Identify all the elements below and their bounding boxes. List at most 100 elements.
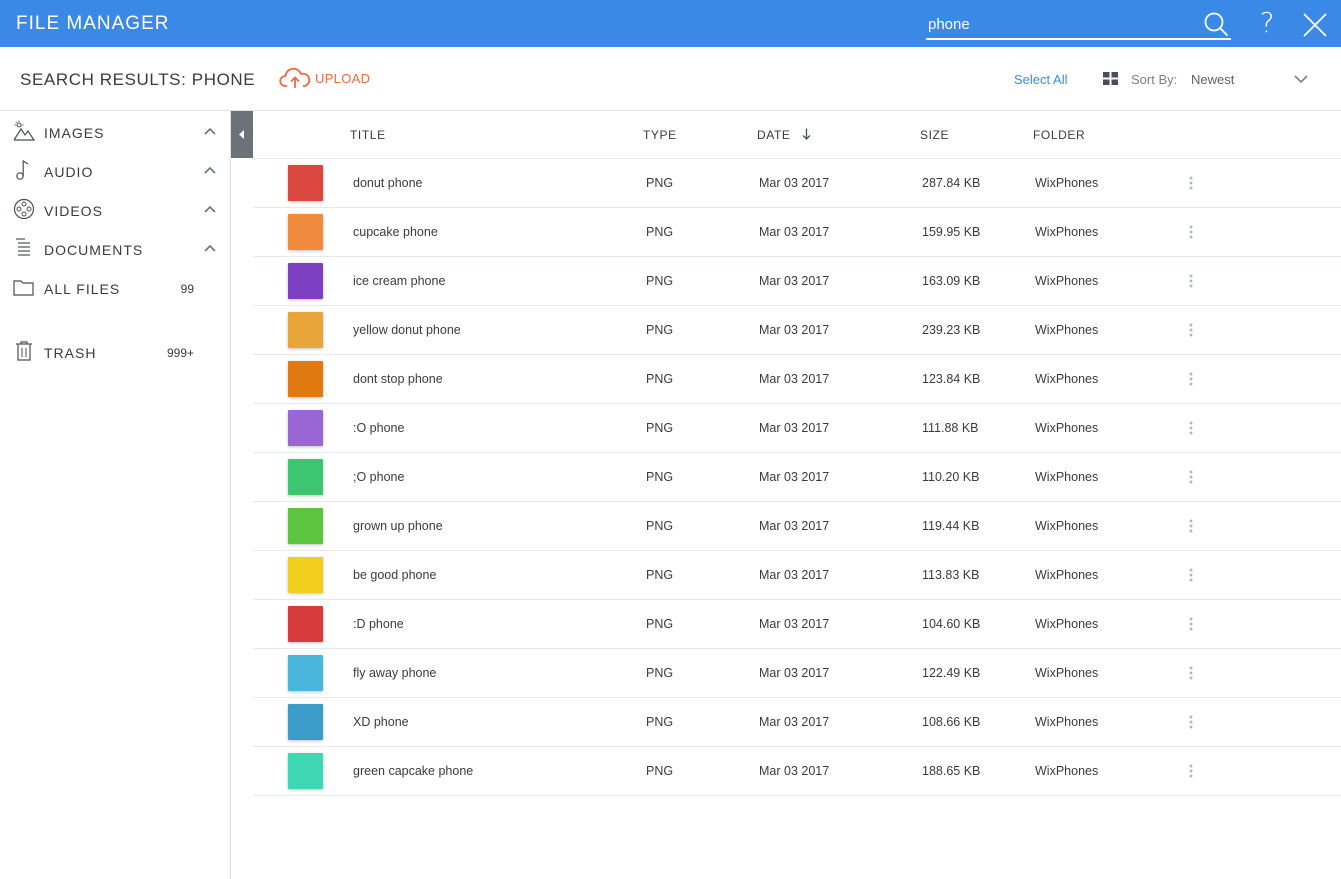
more-options-icon[interactable] — [1189, 568, 1193, 582]
file-type: PNG — [646, 274, 674, 288]
file-thumbnail[interactable] — [288, 361, 323, 397]
sort-select[interactable]: Newest — [1191, 72, 1234, 87]
file-type: PNG — [646, 176, 674, 190]
file-thumbnail[interactable] — [288, 557, 323, 593]
table-header: TITLE TYPE DATE SIZE FOLDER — [253, 111, 1341, 159]
file-thumbnail[interactable] — [288, 459, 323, 495]
table-row[interactable]: donut phone PNG Mar 03 2017 287.84 KB Wi… — [253, 159, 1341, 208]
file-size: 104.60 KB — [922, 617, 981, 631]
file-folder: WixPhones — [1035, 764, 1099, 778]
file-title: XD phone — [353, 715, 409, 729]
sidebar-item-trash[interactable]: TRASH 999+ — [0, 332, 230, 371]
more-options-icon[interactable] — [1189, 519, 1193, 533]
file-title: donut phone — [353, 176, 423, 190]
file-title: ice cream phone — [353, 274, 446, 288]
file-folder: WixPhones — [1035, 715, 1099, 729]
more-options-icon[interactable] — [1189, 715, 1193, 729]
search-field[interactable] — [926, 9, 1231, 40]
file-size: 159.95 KB — [922, 225, 981, 239]
upload-button[interactable]: UPLOAD — [279, 65, 370, 91]
close-icon[interactable] — [1302, 12, 1328, 38]
file-date: Mar 03 2017 — [759, 372, 830, 386]
table-row[interactable]: XD phone PNG Mar 03 2017 108.66 KB WixPh… — [253, 698, 1341, 747]
more-options-icon[interactable] — [1189, 764, 1193, 778]
table-row[interactable]: :O phone PNG Mar 03 2017 111.88 KB WixPh… — [253, 404, 1341, 453]
chevron-up-icon[interactable] — [204, 205, 216, 213]
file-size: 110.20 KB — [922, 470, 980, 484]
table-row[interactable]: green capcake phone PNG Mar 03 2017 188.… — [253, 747, 1341, 796]
chevron-up-icon[interactable] — [204, 166, 216, 174]
file-date: Mar 03 2017 — [759, 617, 830, 631]
file-thumbnail[interactable] — [288, 606, 323, 642]
file-thumbnail[interactable] — [288, 165, 323, 201]
help-icon[interactable]: ? — [1256, 9, 1278, 37]
more-options-icon[interactable] — [1189, 666, 1193, 680]
sidebar-item-label: AUDIO — [44, 164, 94, 180]
file-date: Mar 03 2017 — [759, 715, 830, 729]
more-options-icon[interactable] — [1189, 274, 1193, 288]
search-icon[interactable] — [1203, 11, 1229, 37]
table-row[interactable]: ice cream phone PNG Mar 03 2017 163.09 K… — [253, 257, 1341, 306]
chevron-up-icon[interactable] — [204, 244, 216, 252]
column-header-date[interactable]: DATE — [757, 128, 791, 142]
sidebar-item-documents[interactable]: DOCUMENTS — [0, 229, 230, 268]
chevron-up-icon[interactable] — [204, 127, 216, 135]
file-title: :D phone — [353, 617, 404, 631]
table-row[interactable]: fly away phone PNG Mar 03 2017 122.49 KB… — [253, 649, 1341, 698]
file-type: PNG — [646, 519, 674, 533]
file-folder: WixPhones — [1035, 176, 1099, 190]
file-size: 111.88 KB — [922, 421, 979, 435]
file-type: PNG — [646, 470, 674, 484]
sidebar-item-all-files[interactable]: ALL FILES 99 — [0, 268, 230, 307]
table-row[interactable]: dont stop phone PNG Mar 03 2017 123.84 K… — [253, 355, 1341, 404]
file-thumbnail[interactable] — [288, 312, 323, 348]
file-type: PNG — [646, 323, 674, 337]
more-options-icon[interactable] — [1189, 323, 1193, 337]
sidebar-item-images[interactable]: IMAGES — [0, 112, 230, 151]
arrow-down-icon[interactable] — [802, 128, 811, 140]
grid-view-icon[interactable] — [1103, 72, 1118, 85]
file-type: PNG — [646, 764, 674, 778]
file-date: Mar 03 2017 — [759, 176, 830, 190]
file-thumbnail[interactable] — [288, 214, 323, 250]
table-row[interactable]: :D phone PNG Mar 03 2017 104.60 KB WixPh… — [253, 600, 1341, 649]
sidebar-item-videos[interactable]: VIDEOS — [0, 190, 230, 229]
file-thumbnail[interactable] — [288, 704, 323, 740]
more-options-icon[interactable] — [1189, 421, 1193, 435]
sidebar-collapse-toggle[interactable] — [231, 111, 253, 158]
file-thumbnail[interactable] — [288, 508, 323, 544]
file-date: Mar 03 2017 — [759, 421, 830, 435]
table-row[interactable]: be good phone PNG Mar 03 2017 113.83 KB … — [253, 551, 1341, 600]
file-thumbnail[interactable] — [288, 655, 323, 691]
table-row[interactable]: cupcake phone PNG Mar 03 2017 159.95 KB … — [253, 208, 1341, 257]
file-title: dont stop phone — [353, 372, 443, 386]
folder-icon — [13, 280, 34, 296]
sidebar-item-label: TRASH — [44, 345, 97, 361]
file-date: Mar 03 2017 — [759, 323, 830, 337]
file-thumbnail[interactable] — [288, 263, 323, 299]
more-options-icon[interactable] — [1189, 470, 1193, 484]
file-date: Mar 03 2017 — [759, 764, 830, 778]
more-options-icon[interactable] — [1189, 176, 1193, 190]
search-input[interactable] — [928, 14, 1188, 34]
table-row[interactable]: ;O phone PNG Mar 03 2017 110.20 KB WixPh… — [253, 453, 1341, 502]
column-header-type[interactable]: TYPE — [643, 128, 677, 142]
file-title: be good phone — [353, 568, 437, 582]
file-folder: WixPhones — [1035, 274, 1099, 288]
more-options-icon[interactable] — [1189, 372, 1193, 386]
file-size: 287.84 KB — [922, 176, 981, 190]
table-row[interactable]: grown up phone PNG Mar 03 2017 119.44 KB… — [253, 502, 1341, 551]
column-header-size[interactable]: SIZE — [920, 128, 949, 142]
more-options-icon[interactable] — [1189, 225, 1193, 239]
column-header-folder[interactable]: FOLDER — [1033, 128, 1085, 142]
select-all-link[interactable]: Select All — [1014, 72, 1067, 87]
file-thumbnail[interactable] — [288, 753, 323, 789]
file-thumbnail[interactable] — [288, 410, 323, 446]
sidebar-item-audio[interactable]: AUDIO — [0, 151, 230, 190]
file-date: Mar 03 2017 — [759, 666, 830, 680]
chevron-down-icon[interactable] — [1294, 74, 1308, 84]
column-header-title[interactable]: TITLE — [350, 128, 386, 142]
table-row[interactable]: yellow donut phone PNG Mar 03 2017 239.2… — [253, 306, 1341, 355]
more-options-icon[interactable] — [1189, 617, 1193, 631]
sort-by-label: Sort By: — [1131, 72, 1178, 87]
